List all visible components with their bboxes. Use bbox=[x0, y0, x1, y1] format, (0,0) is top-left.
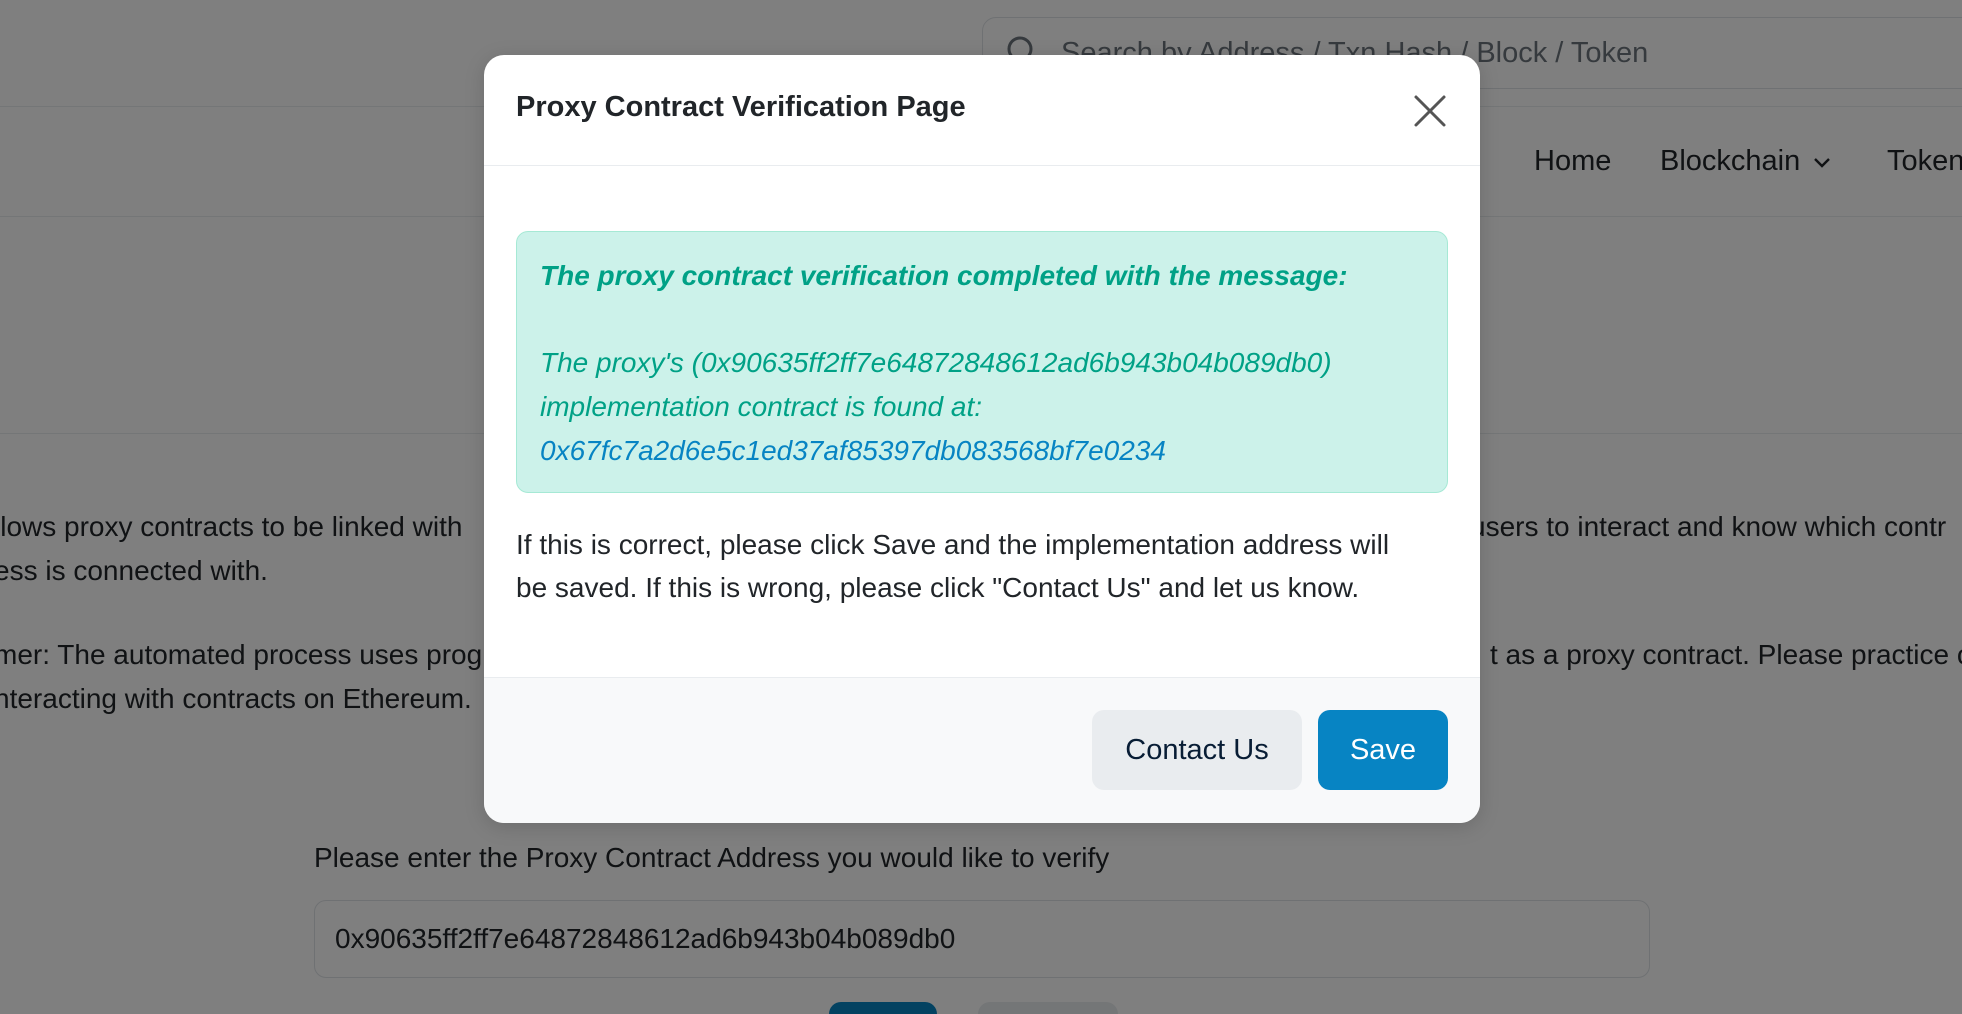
modal-body: The proxy contract verification complete… bbox=[484, 166, 1480, 677]
alert-line-found: implementation contract is found at: bbox=[540, 391, 983, 422]
save-button[interactable]: Save bbox=[1318, 710, 1448, 790]
alert-heading: The proxy contract verification complete… bbox=[540, 260, 1348, 291]
modal-header: Proxy Contract Verification Page bbox=[484, 55, 1480, 166]
alert-line-proxy: The proxy's (0x90635ff2ff7e64872848612ad… bbox=[540, 347, 1332, 378]
contact-us-button[interactable]: Contact Us bbox=[1092, 710, 1302, 790]
close-icon[interactable] bbox=[1410, 91, 1450, 131]
modal-title: Proxy Contract Verification Page bbox=[516, 91, 966, 123]
page: Home Blockchain Token llows proxy contra… bbox=[0, 0, 1962, 1014]
implementation-address-link[interactable]: 0x67fc7a2d6e5c1ed37af85397db083568bf7e02… bbox=[540, 429, 1424, 473]
confirmation-line-1: If this is correct, please click Save an… bbox=[516, 529, 1390, 560]
confirmation-line-2: be saved. If this is wrong, please click… bbox=[516, 572, 1360, 603]
confirmation-text: If this is correct, please click Save an… bbox=[516, 523, 1448, 609]
verification-modal: Proxy Contract Verification Page The pro… bbox=[484, 55, 1480, 823]
alert-message: The proxy's (0x90635ff2ff7e64872848612ad… bbox=[540, 341, 1424, 473]
success-alert: The proxy contract verification complete… bbox=[516, 231, 1448, 493]
modal-footer: Contact Us Save bbox=[484, 677, 1480, 823]
